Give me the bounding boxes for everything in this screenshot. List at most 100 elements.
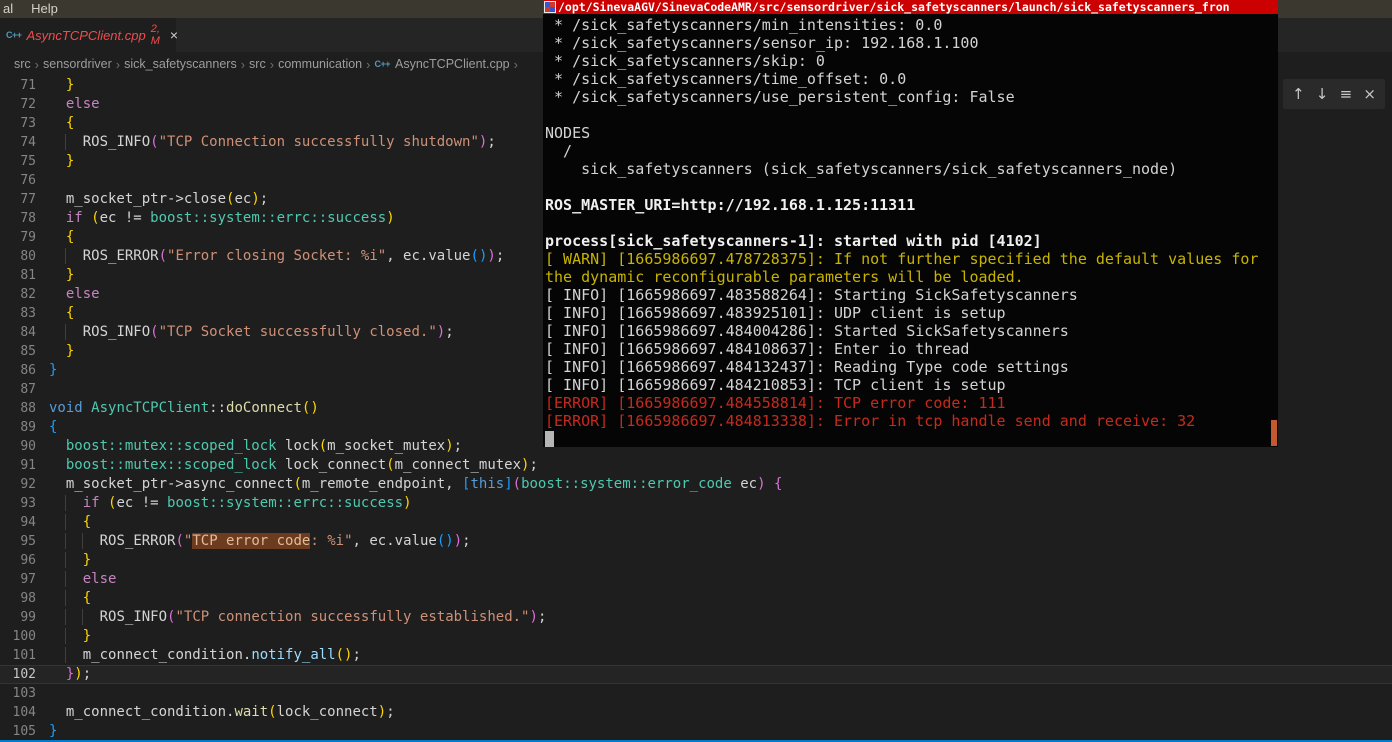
line-number: 86 [20, 363, 36, 378]
breadcrumb-item[interactable]: AsyncTCPClient.cpp [395, 57, 510, 71]
line-number: 105 [12, 724, 36, 739]
breadcrumb-item[interactable]: communication [278, 57, 362, 71]
code-line[interactable]: 104 m_connect_condition.wait(lock_connec… [0, 703, 1392, 722]
tab-asynctcpclient[interactable]: C++ AsyncTCPClient.cpp 2, M × [0, 18, 178, 52]
line-number: 78 [20, 211, 36, 226]
close-icon[interactable]: × [1363, 79, 1376, 109]
tab-problems-modified-badge: 2, M [150, 23, 160, 47]
code-line[interactable]: 102 }); [0, 665, 1392, 684]
terminal-line: [ INFO] [1665986697.484210853]: TCP clie… [545, 376, 1006, 394]
line-number: 72 [20, 97, 36, 112]
terminal-window-icon [544, 1, 556, 13]
code-line[interactable]: 96 } [0, 551, 1392, 570]
breadcrumb-item[interactable]: src [14, 57, 31, 71]
arrow-up-icon[interactable]: ↑ [1292, 79, 1305, 109]
line-number: 73 [20, 116, 36, 131]
terminal-line: [ INFO] [1665986697.484004286]: Started … [545, 322, 1069, 340]
line-number: 102 [12, 667, 36, 682]
terminal-line: [ERROR] [1665986697.484558814]: TCP erro… [545, 394, 1006, 412]
code-line[interactable]: 91 boost::mutex::scoped_lock lock_connec… [0, 456, 1392, 475]
code-line[interactable]: 98 { [0, 589, 1392, 608]
code-line[interactable]: 103 [0, 684, 1392, 703]
breadcrumb-separator: › [513, 56, 518, 72]
code-line[interactable]: 93 if (ec != boost::system::errc::succes… [0, 494, 1392, 513]
line-number: 91 [20, 458, 36, 473]
code-line[interactable]: 99 ROS_INFO("TCP connection successfully… [0, 608, 1392, 627]
code-line[interactable]: 92 m_socket_ptr->async_connect(m_remote_… [0, 475, 1392, 494]
terminal-line: [ INFO] [1665986697.483588264]: Starting… [545, 286, 1078, 304]
terminal-line: [ERROR] [1665986697.484813338]: Error in… [545, 412, 1196, 430]
menu-item-help[interactable]: Help [31, 0, 58, 18]
code-line[interactable]: 100 } [0, 627, 1392, 646]
cpp-file-icon: C++ [374, 59, 390, 69]
breadcrumb-item[interactable]: sensordriver [43, 57, 112, 71]
line-number: 98 [20, 591, 36, 606]
code-line[interactable]: 94 { [0, 513, 1392, 532]
terminal-window[interactable]: /opt/SinevaAGV/SinevaCodeAMR/src/sensord… [543, 0, 1278, 447]
breadcrumb-item[interactable]: src [249, 57, 266, 71]
line-number: 76 [20, 173, 36, 188]
line-number: 93 [20, 496, 36, 511]
code-line[interactable]: 105} [0, 722, 1392, 741]
tab-title: AsyncTCPClient.cpp [26, 27, 146, 43]
code-line[interactable]: 101 m_connect_condition.notify_all(); [0, 646, 1392, 665]
editor-float-toolbar: ↑ ↓ ≡ × [1283, 79, 1385, 109]
breadcrumb-separator: › [366, 56, 371, 72]
terminal-output: * /sick_safetyscanners/min_intensities: … [543, 14, 1278, 448]
line-number: 75 [20, 154, 36, 169]
arrow-down-icon[interactable]: ↓ [1316, 79, 1329, 109]
filter-icon[interactable]: ≡ [1340, 79, 1353, 109]
line-number: 100 [12, 629, 36, 644]
terminal-line: the dynamic reconfigurable parameters wi… [545, 268, 1024, 286]
line-number: 101 [12, 648, 36, 663]
terminal-line: / [545, 142, 573, 160]
menu-item-al[interactable]: al [3, 0, 13, 18]
terminal-line: ROS_MASTER_URI=http://192.168.1.125:1131… [545, 196, 916, 214]
terminal-line: [ INFO] [1665986697.484132437]: Reading … [545, 358, 1069, 376]
terminal-line: * /sick_safetyscanners/min_intensities: … [545, 16, 943, 34]
line-number: 95 [20, 534, 36, 549]
line-number: 83 [20, 306, 36, 321]
line-number: 71 [20, 78, 36, 93]
terminal-line: * /sick_safetyscanners/skip: 0 [545, 52, 825, 70]
terminal-line: [ WARN] [1665986697.478728375]: If not f… [545, 250, 1259, 268]
line-number: 90 [20, 439, 36, 454]
terminal-line: NODES [545, 124, 591, 142]
line-number: 74 [20, 135, 36, 150]
terminal-title-bar[interactable]: /opt/SinevaAGV/SinevaCodeAMR/src/sensord… [543, 0, 1278, 14]
line-number: 84 [20, 325, 36, 340]
terminal-cursor [545, 430, 554, 447]
breadcrumb-item[interactable]: sick_safetyscanners [124, 57, 237, 71]
line-number: 85 [20, 344, 36, 359]
terminal-title-text: /opt/SinevaAGV/SinevaCodeAMR/src/sensord… [558, 0, 1230, 14]
tab-close-icon[interactable]: × [170, 27, 178, 43]
line-number: 87 [20, 382, 36, 397]
line-number: 80 [20, 249, 36, 264]
code-line[interactable]: 95 ROS_ERROR("TCP error code: %i", ec.va… [0, 532, 1392, 551]
breadcrumb-separator: › [115, 56, 121, 72]
terminal-line: sick_safetyscanners (sick_safetyscanners… [545, 160, 1178, 178]
line-number: 96 [20, 553, 36, 568]
terminal-line: process[sick_safetyscanners-1]: started … [545, 232, 1042, 250]
line-number: 99 [20, 610, 36, 625]
breadcrumb-separator: › [240, 56, 246, 72]
terminal-line: [ INFO] [1665986697.484108637]: Enter io… [545, 340, 970, 358]
line-number: 89 [20, 420, 36, 435]
line-number: 92 [20, 477, 36, 492]
terminal-line: * /sick_safetyscanners/use_persistent_co… [545, 88, 1015, 106]
line-number: 97 [20, 572, 36, 587]
line-number: 77 [20, 192, 36, 207]
terminal-line: * /sick_safetyscanners/sensor_ip: 192.16… [545, 34, 979, 52]
terminal-line: [ INFO] [1665986697.483925101]: UDP clie… [545, 304, 1006, 322]
breadcrumb-separator: › [34, 56, 40, 72]
breadcrumb-separator: › [269, 56, 275, 72]
line-number: 94 [20, 515, 36, 530]
line-number: 103 [12, 686, 36, 701]
code-line[interactable]: 97 else [0, 570, 1392, 589]
terminal-scrollbar-thumb[interactable] [1271, 420, 1277, 446]
terminal-line: * /sick_safetyscanners/time_offset: 0.0 [545, 70, 907, 88]
vscode-window: al Help C++ AsyncTCPClient.cpp 2, M × src… [0, 0, 1392, 742]
line-number: 82 [20, 287, 36, 302]
